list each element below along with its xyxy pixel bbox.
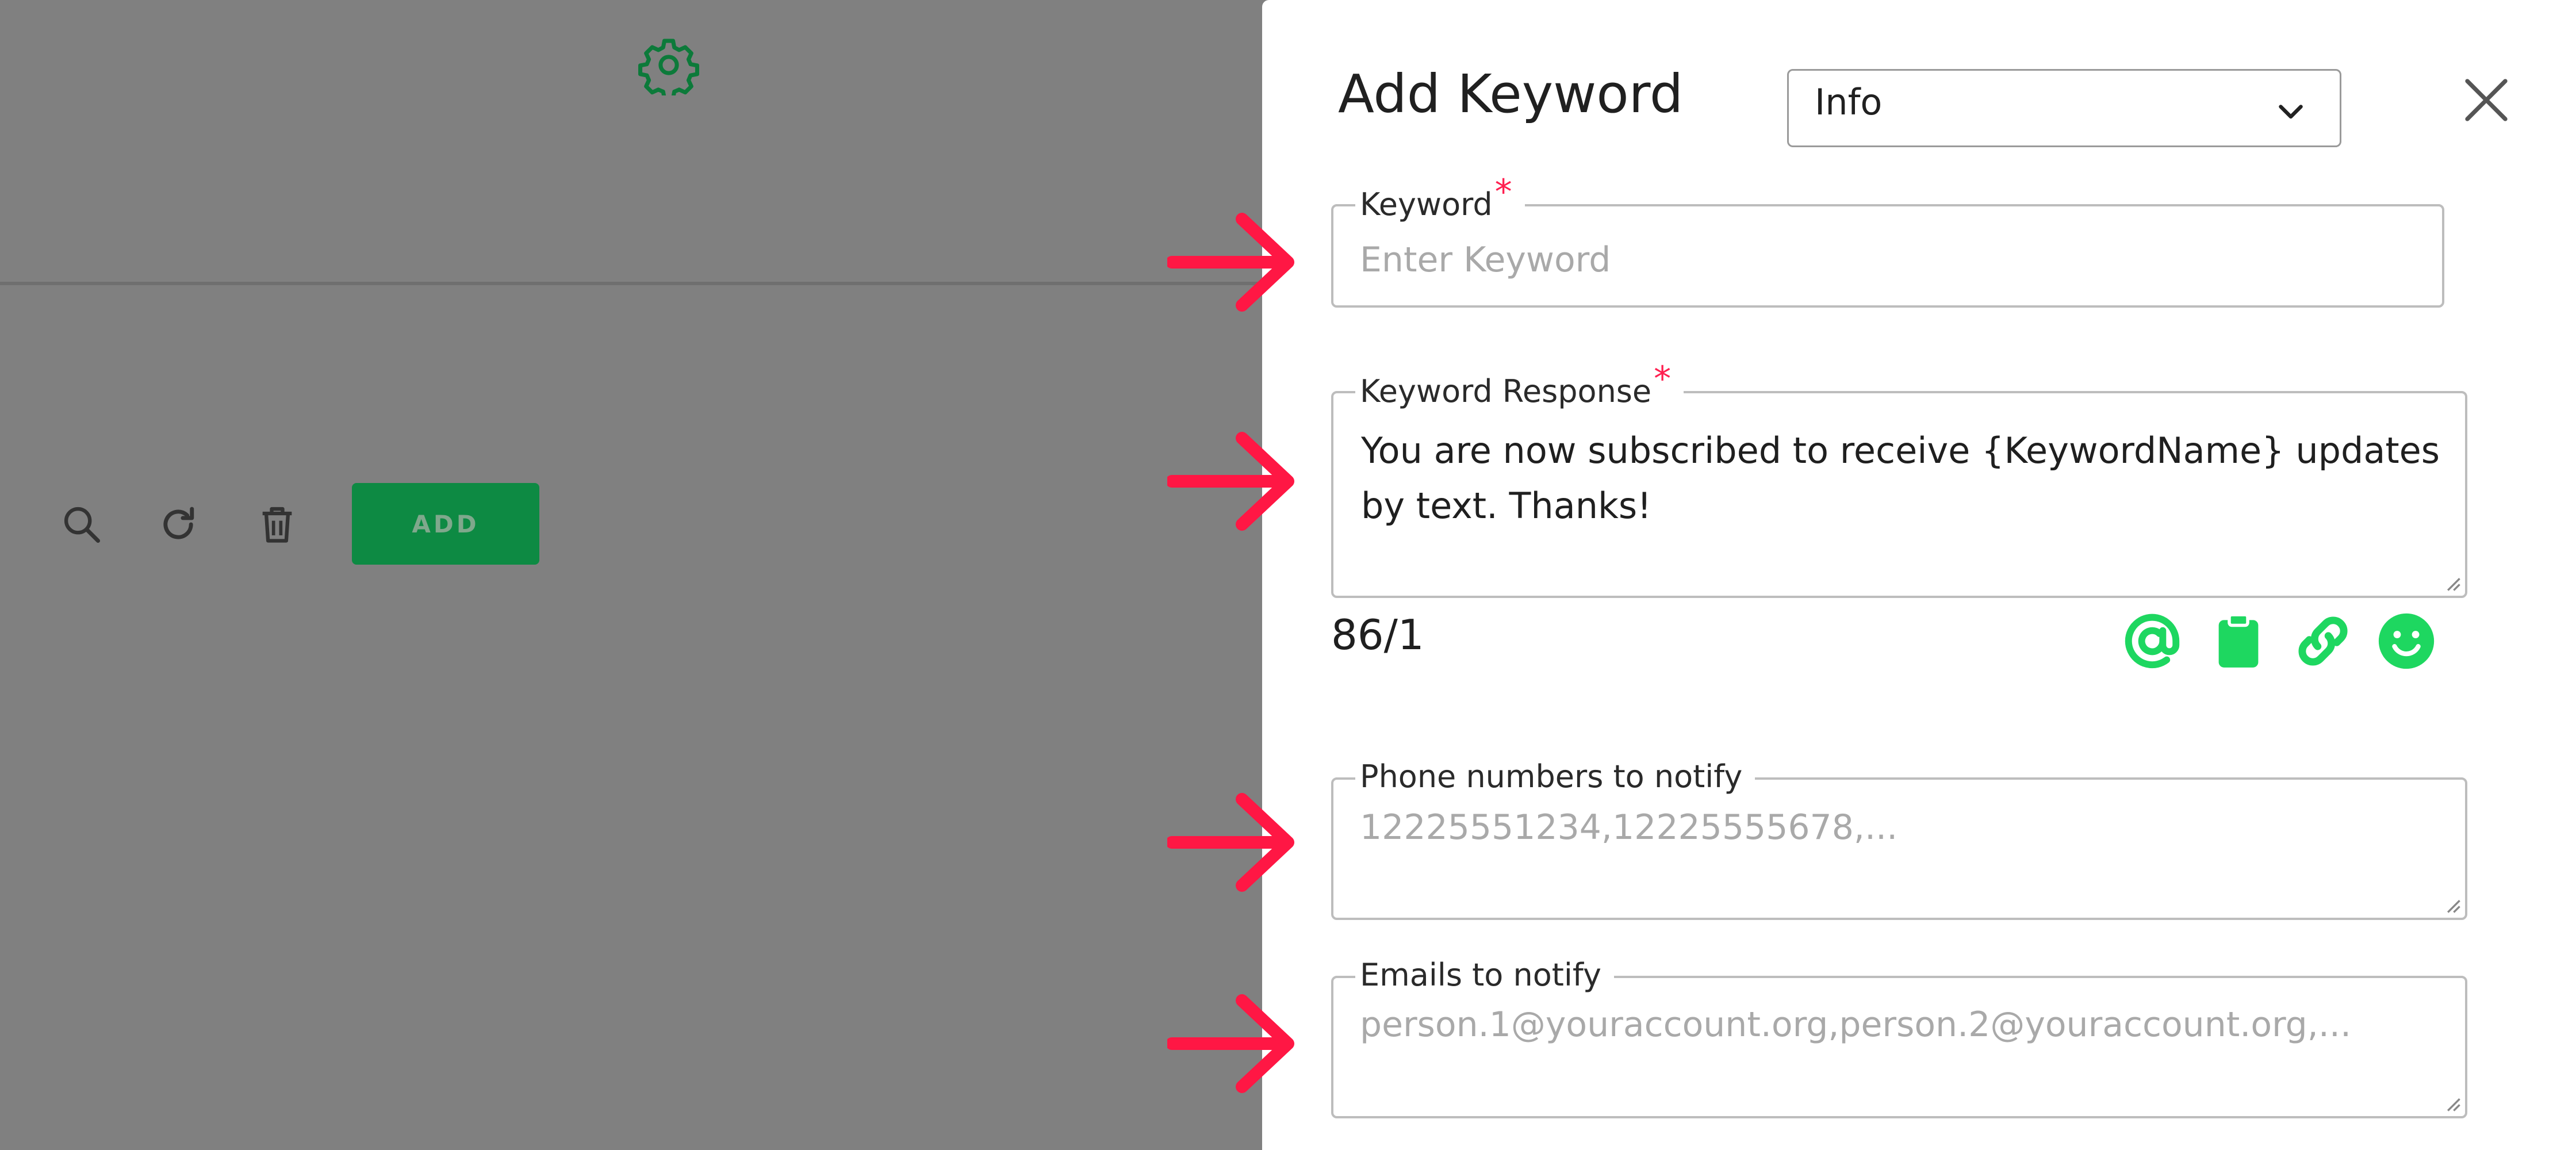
keyword-label: Keyword* — [1355, 172, 1525, 228]
add-button[interactable]: ADD — [352, 483, 539, 565]
close-icon[interactable] — [2461, 75, 2512, 125]
character-counter: 86/1 — [1331, 611, 1424, 659]
keyword-response-field[interactable]: Keyword Response* You are now subscribed… — [1331, 359, 2467, 598]
annotation-arrow-icon — [1167, 213, 1294, 312]
gear-icon[interactable] — [638, 34, 699, 95]
clipboard-icon[interactable] — [2207, 610, 2270, 673]
at-icon[interactable] — [2121, 610, 2184, 673]
keyword-response-text: You are now subscribed to receive {Keywo… — [1361, 430, 2440, 527]
chevron-down-icon — [2279, 105, 2303, 119]
annotation-arrow-icon — [1167, 432, 1294, 531]
keyword-response-label: Keyword Response* — [1355, 359, 1684, 415]
required-mark: * — [1494, 172, 1512, 212]
refresh-icon[interactable] — [156, 501, 200, 547]
phone-numbers-field[interactable]: Phone numbers to notify 12225551234,1222… — [1331, 754, 2467, 920]
keyword-placeholder: Enter Keyword — [1360, 240, 1611, 280]
emails-field[interactable]: Emails to notify person.1@youraccount.or… — [1331, 952, 2467, 1118]
search-icon[interactable] — [60, 501, 103, 547]
trash-icon[interactable] — [255, 501, 299, 547]
link-icon[interactable] — [2291, 610, 2355, 673]
emails-label: Emails to notify — [1355, 952, 1614, 998]
emails-placeholder: person.1@youraccount.org,person.2@yourac… — [1360, 1005, 2352, 1045]
resize-handle-icon[interactable] — [2442, 895, 2462, 914]
phone-numbers-label: Phone numbers to notify — [1355, 754, 1755, 800]
required-mark: * — [1654, 359, 1672, 399]
annotation-arrow-icon — [1167, 793, 1294, 892]
emoji-icon[interactable] — [2375, 610, 2438, 673]
annotation-arrow-icon — [1167, 994, 1294, 1093]
background-app — [0, 0, 1262, 1150]
drawer-title: Add Keyword — [1338, 63, 1684, 125]
phone-numbers-placeholder: 12225551234,12225555678,... — [1360, 807, 1898, 848]
type-select[interactable]: Info — [1787, 69, 2341, 147]
resize-handle-icon[interactable] — [2442, 1093, 2462, 1113]
keyword-field[interactable]: Keyword* Enter Keyword — [1331, 172, 2444, 308]
select-value: Info — [1815, 81, 1883, 123]
resize-handle-icon[interactable] — [2442, 573, 2462, 592]
divider — [0, 282, 1262, 285]
